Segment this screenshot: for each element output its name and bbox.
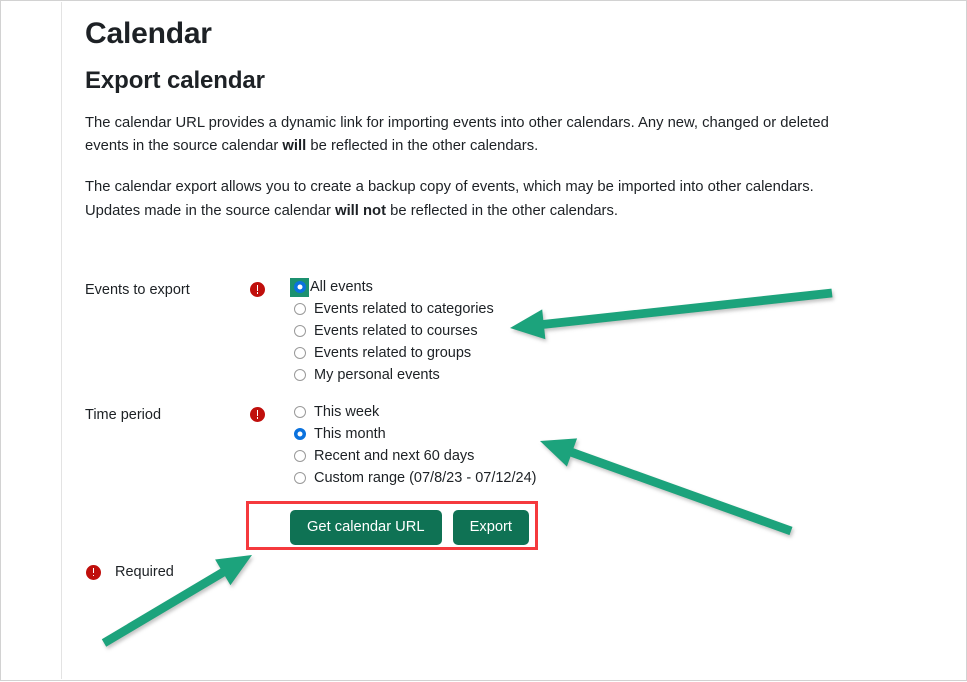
radio-option-events-to-export-2[interactable]: Events related to courses [290, 321, 926, 341]
radio-button-icon[interactable] [290, 322, 309, 341]
radio-unselected-icon [293, 472, 306, 484]
required-indicator-time-period [250, 402, 290, 425]
radio-option-label[interactable]: This month [314, 426, 386, 442]
radio-button-icon[interactable] [290, 469, 309, 488]
buttons-highlight-box [246, 501, 538, 550]
radio-button-icon[interactable] [290, 300, 309, 319]
radio-unselected-icon [293, 325, 306, 337]
radio-button-icon[interactable] [290, 447, 309, 466]
radio-selected-icon [293, 428, 306, 440]
radio-option-label[interactable]: All events [310, 279, 373, 295]
required-legend: Required [86, 564, 174, 580]
radio-option-events-to-export-4[interactable]: My personal events [290, 365, 926, 385]
radio-option-events-to-export-0[interactable]: All events [290, 277, 926, 297]
radio-button-icon[interactable] [290, 344, 309, 363]
radio-button-icon[interactable] [290, 425, 309, 444]
radio-option-label[interactable]: My personal events [314, 367, 440, 383]
radio-option-label[interactable]: Events related to categories [314, 301, 494, 317]
radio-unselected-icon [293, 347, 306, 359]
radio-option-time-period-0[interactable]: This week [290, 402, 926, 422]
body-text: be reflected in the other calendars. [386, 202, 618, 219]
radio-option-events-to-export-3[interactable]: Events related to groups [290, 343, 926, 363]
radio-group-events-to-export: All events Events related to categories Ev… [290, 277, 926, 386]
radio-option-time-period-2[interactable]: Recent and next 60 days [290, 446, 926, 466]
required-legend-label: Required [115, 564, 174, 580]
radio-group-time-period: This week This month Recent and next 60 da… [290, 402, 926, 489]
required-error-icon [250, 282, 265, 297]
page-content: Calendar Export calendar The calendar UR… [85, 15, 926, 241]
radio-option-time-period-3[interactable]: Custom range (07/8/23 - 07/12/24) [290, 468, 926, 488]
radio-button-icon[interactable] [290, 366, 309, 385]
radio-unselected-icon [293, 369, 306, 381]
radio-option-label[interactable]: Events related to courses [314, 323, 478, 339]
radio-option-time-period-1[interactable]: This month [290, 424, 926, 444]
required-error-icon [86, 564, 101, 580]
left-divider-rule [61, 2, 62, 679]
emphasis-text: will not [335, 202, 387, 219]
radio-unselected-icon [293, 303, 306, 315]
radio-option-label[interactable]: Recent and next 60 days [314, 448, 474, 464]
form-group-time-period: Time period This week This month Recent and… [85, 402, 926, 489]
radio-option-events-to-export-1[interactable]: Events related to categories [290, 299, 926, 319]
form-label-events-to-export: Events to export [85, 282, 190, 298]
body-text: be reflected in the other calendars. [306, 137, 539, 154]
screenshot-frame: Calendar Export calendar The calendar UR… [0, 0, 967, 681]
form-label-time-period: Time period [85, 407, 162, 423]
form-group-events-to-export: Events to export All events Events related… [85, 277, 926, 386]
emphasis-text: will [282, 137, 307, 154]
radio-unselected-icon [293, 450, 306, 462]
intro-paragraph-2: The calendar export allows you to create… [85, 176, 845, 223]
radio-button-icon[interactable] [290, 403, 309, 422]
radio-unselected-icon [293, 406, 306, 418]
radio-button-icon[interactable] [290, 277, 309, 297]
radio-option-label[interactable]: This week [314, 404, 379, 420]
page-title: Calendar [85, 17, 212, 50]
radio-option-label[interactable]: Custom range (07/8/23 - 07/12/24) [314, 470, 536, 486]
required-indicator-events-to-export [250, 277, 290, 300]
radio-option-label[interactable]: Events related to groups [314, 345, 471, 361]
radio-selected-icon [293, 281, 306, 293]
intro-paragraph-1: The calendar URL provides a dynamic link… [85, 112, 845, 159]
section-title: Export calendar [85, 66, 265, 94]
required-error-icon [250, 407, 265, 422]
